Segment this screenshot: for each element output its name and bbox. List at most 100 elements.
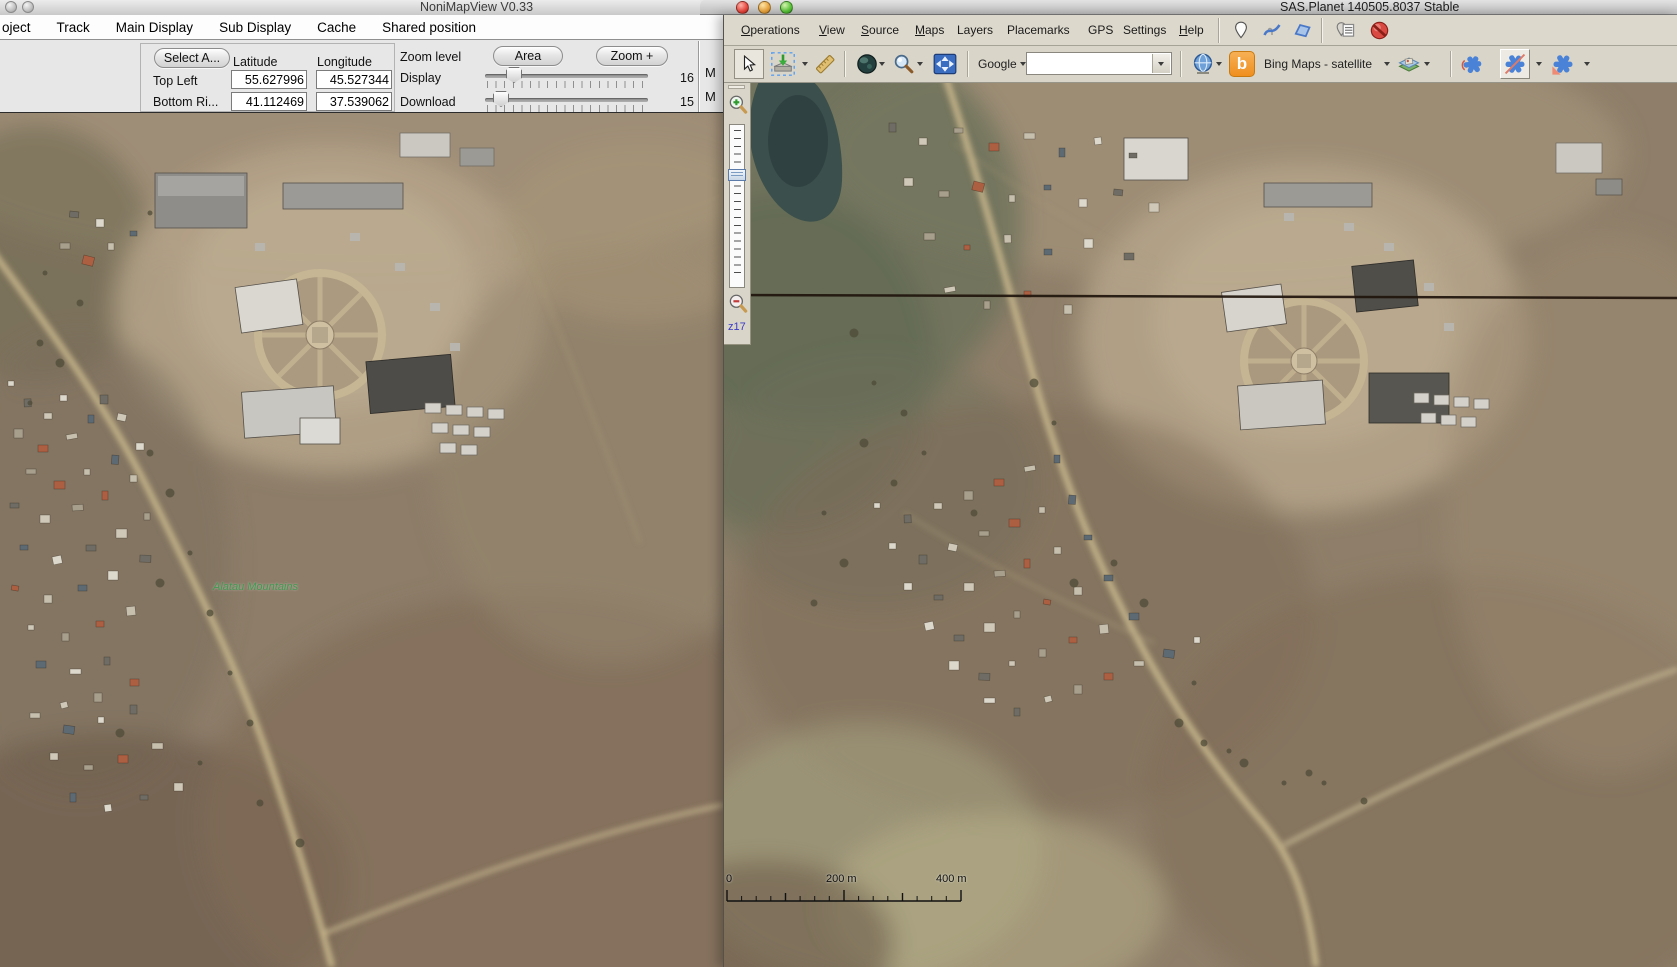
combo-dropdown-button[interactable]	[1152, 54, 1170, 73]
gps-connect-button[interactable]	[1500, 49, 1530, 79]
satellite-map-right[interactable]: z17 0 200 m 400 m	[724, 83, 1677, 967]
chevron-down-icon[interactable]	[1424, 62, 1430, 66]
area-button[interactable]: Area	[493, 46, 563, 66]
chevron-down-icon[interactable]	[1584, 62, 1590, 66]
zoom-level-value: z17	[728, 321, 746, 333]
search-combo[interactable]	[1026, 52, 1172, 75]
menu-operations[interactable]: Operations	[741, 15, 800, 45]
top-left-longitude-field[interactable]	[316, 70, 392, 89]
sasplanet-titlebar: SAS.Planet 140505.8037 Stable	[700, 0, 1677, 15]
menu-maps[interactable]: Maps	[915, 15, 944, 45]
menu-project[interactable]: oject	[2, 20, 31, 35]
hide-marks-icon[interactable]	[1364, 15, 1394, 45]
cursor-tool-button[interactable]	[734, 49, 764, 79]
menu-placemarks[interactable]: Placemarks	[1007, 15, 1070, 45]
window-button-icon[interactable]	[5, 1, 17, 13]
map-place-label: Alatau Mountains	[213, 581, 298, 593]
toolbar-separator	[1218, 18, 1220, 43]
sasplanet-body: Operations View Source Maps Layers Place…	[723, 15, 1677, 967]
selection-manager-button[interactable]	[768, 49, 798, 79]
menu-gps[interactable]: GPS	[1088, 15, 1113, 45]
longitude-label: Longitude	[317, 55, 372, 69]
map-source-selector[interactable]: Bing Maps - satellite	[1264, 57, 1372, 71]
gps-signal-icon	[1460, 51, 1486, 77]
internet-cache-button[interactable]	[1188, 49, 1218, 79]
satellite-imagery-right	[724, 83, 1677, 967]
scale-bar: 0 200 m 400 m	[726, 873, 971, 903]
fullscreen-button[interactable]	[930, 49, 960, 79]
chevron-down-icon[interactable]	[802, 62, 808, 66]
search-button[interactable]	[889, 49, 919, 79]
zoom-toolbar: z17	[724, 83, 751, 345]
layers-button[interactable]	[1394, 49, 1424, 79]
scale-mid-label: 200 m	[826, 873, 857, 885]
toolbar-separator	[844, 51, 846, 77]
add-polygon-icon[interactable]	[1287, 15, 1317, 45]
toolbar-separator	[1321, 18, 1323, 43]
window-title: SAS.Planet 140505.8037 Stable	[1280, 0, 1459, 15]
menu-track[interactable]: Track	[57, 20, 90, 35]
chevron-down-icon[interactable]	[1384, 62, 1390, 66]
zoom-slider[interactable]	[729, 124, 745, 288]
globe-dark-icon	[856, 53, 878, 75]
window-button-icon[interactable]	[22, 1, 34, 13]
menu-main-display[interactable]: Main Display	[116, 20, 193, 35]
toolbar-separator	[967, 51, 969, 77]
zoom-slider-ticks	[734, 130, 741, 280]
zoom-slider-thumb[interactable]	[728, 169, 746, 181]
menu-view[interactable]: View	[819, 15, 845, 45]
menu-source[interactable]: Source	[861, 15, 899, 45]
chevron-down-icon[interactable]	[879, 62, 885, 66]
download-zoom-slider[interactable]	[485, 98, 648, 102]
display-slider-ticks	[487, 81, 647, 88]
zoom-out-icon[interactable]	[727, 292, 749, 316]
gps-tracking-button[interactable]	[1458, 49, 1488, 79]
selection-manager-icon	[770, 51, 796, 77]
google-source-dropdown[interactable]: Google	[978, 57, 1017, 71]
layers-icon	[1396, 52, 1422, 76]
add-path-icon[interactable]	[1257, 15, 1287, 45]
window-title: NoniMapView V0.33	[420, 0, 533, 15]
previous-map-button[interactable]	[852, 49, 882, 79]
menu-layers[interactable]: Layers	[957, 15, 993, 45]
satellite-map-left[interactable]: Alatau Mountains	[0, 113, 723, 967]
add-placemark-icon[interactable]	[1226, 15, 1256, 45]
menu-settings[interactable]: Settings	[1123, 15, 1166, 45]
download-label: Download	[400, 95, 456, 109]
latitude-label: Latitude	[233, 55, 277, 69]
fullscreen-icon	[933, 53, 957, 75]
zoom-window-icon[interactable]	[780, 1, 793, 14]
display-zoom-value: 16	[680, 71, 694, 85]
menu-help[interactable]: Help	[1179, 15, 1204, 45]
select-area-button[interactable]: Select A...	[154, 48, 230, 68]
gps-track-save-button[interactable]	[1548, 49, 1578, 79]
chevron-down-icon[interactable]	[1216, 62, 1222, 66]
display-label: Display	[400, 71, 441, 85]
nonimapview-window: NoniMapView V0.33 oject Track Main Displ…	[0, 0, 723, 967]
chevron-down-icon[interactable]	[1536, 62, 1542, 66]
bing-logo-icon: b	[1229, 51, 1255, 77]
top-left-label: Top Left	[153, 74, 197, 88]
toolbar-grip[interactable]	[728, 85, 745, 89]
close-icon[interactable]	[736, 1, 749, 14]
nonimapview-control-panel: Select A... Latitude Longitude Top Left …	[0, 41, 723, 113]
ruler-tool-button[interactable]	[810, 49, 840, 79]
minimize-icon[interactable]	[758, 1, 771, 14]
zoom-in-icon[interactable]	[727, 93, 749, 117]
gps-marker-icon	[1502, 51, 1528, 77]
nonimapview-menubar: oject Track Main Display Sub Display Cac…	[0, 15, 723, 40]
ruler-icon	[813, 52, 837, 76]
bottom-right-latitude-field[interactable]	[231, 92, 307, 111]
menu-cache[interactable]: Cache	[317, 20, 356, 35]
zoom-plus-button[interactable]: Zoom +	[596, 46, 668, 66]
sasplanet-window: SAS.Planet 140505.8037 Stable Operations…	[700, 0, 1677, 967]
bottom-right-longitude-field[interactable]	[316, 92, 392, 111]
placemark-manager-icon[interactable]	[1330, 15, 1360, 45]
coordinates-group: Select A... Latitude Longitude Top Left …	[140, 43, 395, 112]
top-left-latitude-field[interactable]	[231, 70, 307, 89]
gps-track-icon	[1550, 51, 1576, 77]
chevron-down-icon[interactable]	[917, 62, 923, 66]
menu-shared-position[interactable]: Shared position	[382, 20, 476, 35]
menu-sub-display[interactable]: Sub Display	[219, 20, 291, 35]
toolbar-separator	[1450, 51, 1452, 77]
